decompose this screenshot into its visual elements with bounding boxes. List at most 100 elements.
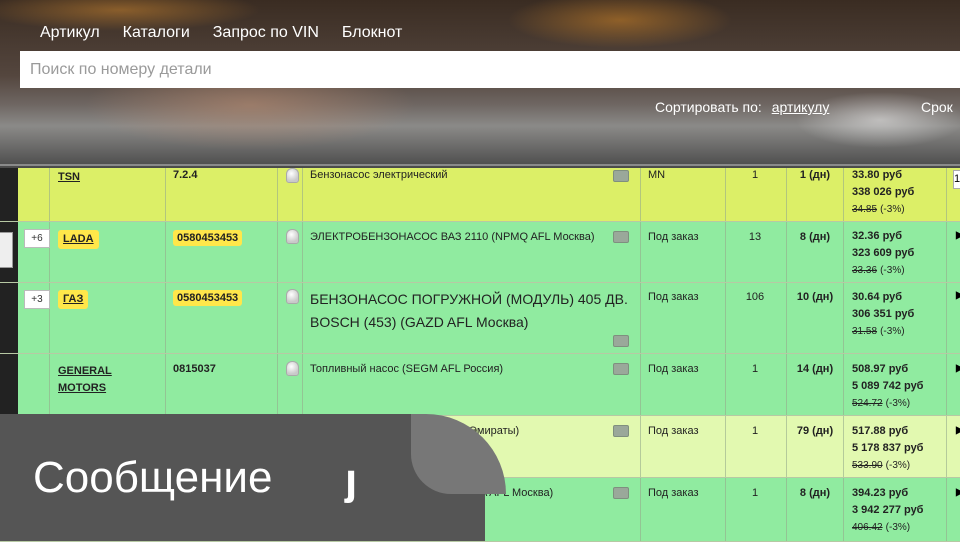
price-block: 517.88 руб 5 178 837 руб 533.90 (-3%)	[852, 423, 923, 474]
row-left-strip	[0, 283, 18, 353]
unit-price: 508.97 руб	[852, 363, 909, 375]
bulb-icon[interactable]	[286, 289, 299, 304]
table-row[interactable]: +3 ГАЗ 0580453453 БЕНЗОНАСОС ПОГРУЖНОЙ (…	[0, 283, 960, 354]
bulb-icon[interactable]	[286, 168, 299, 183]
unit-price: 394.23 руб	[852, 487, 909, 499]
price-block: 32.36 руб 323 609 руб 33.36 (-3%)	[852, 228, 914, 279]
brand-link[interactable]: ГАЗ	[58, 290, 89, 309]
total-price: 338 026 руб	[852, 186, 915, 198]
brand-link[interactable]: TSN	[58, 169, 80, 186]
delivery-days: 79 (дн)	[796, 425, 834, 437]
delivery-days: 8 (дн)	[799, 231, 831, 243]
camera-icon[interactable]	[613, 363, 629, 375]
discount: (-3%)	[885, 460, 911, 471]
unit-price: 32.36 руб	[852, 230, 903, 242]
quantity: 1	[751, 363, 759, 375]
total-price: 3 942 277 руб	[852, 504, 924, 516]
delivery-days: 8 (дн)	[799, 487, 831, 499]
nav-vin-request[interactable]: Запрос по VIN	[213, 24, 319, 42]
article-number[interactable]: 0580453453	[173, 290, 243, 306]
total-price: 5 178 837 руб	[852, 442, 924, 454]
availability: Под заказ	[648, 363, 699, 375]
unit-price: 33.80 руб	[852, 169, 903, 181]
part-description: ЭЛЕКТРОБЕНЗОНАСОС ВАЗ 2110 (NPMQ AFL Мос…	[310, 231, 595, 243]
brand-link[interactable]: GENERAL MOTORS	[58, 363, 118, 397]
old-price: 33.36	[852, 265, 878, 276]
table-row[interactable]: +6 LADA 0580453453 ЭЛЕКТРОБЕНЗОНАСОС ВАЗ…	[0, 222, 960, 283]
sort-by-term-link[interactable]: Срок	[921, 99, 953, 115]
side-handle[interactable]	[0, 232, 13, 268]
discount: (-3%)	[880, 204, 905, 215]
table-row[interactable]: TSN 7.2.4 Бензонасос электрический MN 1 …	[0, 168, 960, 222]
article-number[interactable]: 7.2.4	[173, 169, 197, 181]
availability: Под заказ	[648, 291, 699, 303]
camera-icon[interactable]	[613, 425, 629, 437]
part-description: Топливный насос (SEGM AFL Россия)	[310, 363, 504, 375]
quantity: 1	[751, 487, 759, 499]
row-arrow-icon[interactable]: ▶	[956, 487, 960, 498]
price-block: 394.23 руб 3 942 277 руб 406.42 (-3%)	[852, 485, 923, 536]
row-left-strip	[0, 354, 18, 415]
price-block: 508.97 руб 5 089 742 руб 524.72 (-3%)	[852, 361, 923, 412]
nav-notepad[interactable]: Блокнот	[342, 24, 402, 42]
table-row[interactable]: GENERAL MOTORS 0815037 Топливный насос (…	[0, 354, 960, 416]
quantity: 13	[748, 231, 762, 243]
nav-catalogs[interactable]: Каталоги	[123, 24, 190, 42]
total-price: 5 089 742 руб	[852, 380, 924, 392]
unit-price: 30.64 руб	[852, 291, 903, 303]
more-brands-button[interactable]: +3	[24, 290, 50, 309]
old-price: 524.72	[852, 398, 883, 409]
row-arrow-icon[interactable]: ▶	[956, 425, 960, 436]
discount: (-3%)	[880, 326, 905, 337]
discount: (-3%)	[885, 522, 911, 533]
delivery-days: 1 (дн)	[799, 169, 831, 181]
row-arrow-icon[interactable]: ▶	[956, 230, 960, 241]
nav-article[interactable]: Артикул	[40, 24, 100, 42]
camera-icon[interactable]	[613, 487, 629, 499]
sort-bar: Сортировать по: артикулу Срок	[655, 99, 953, 115]
camera-icon[interactable]	[613, 231, 629, 243]
old-price: 34.85	[852, 204, 878, 215]
price-block: 33.80 руб 338 026 руб 34.85 (-3%)	[852, 167, 914, 218]
old-price: 533.90	[852, 460, 883, 471]
header-divider	[0, 164, 960, 166]
delivery-days: 10 (дн)	[796, 291, 834, 303]
top-nav: Артикул Каталоги Запрос по VIN Блокнот	[40, 24, 425, 42]
availability: MN	[648, 169, 666, 181]
article-number[interactable]: 0815037	[173, 363, 216, 375]
bulb-icon[interactable]	[286, 361, 299, 376]
brand-link[interactable]: LADA	[58, 230, 99, 249]
order-qty-field[interactable]: 1	[953, 170, 960, 189]
delivery-days: 14 (дн)	[796, 363, 834, 375]
part-description: Бензонасос электрический	[310, 169, 448, 181]
quantity: 1	[751, 169, 759, 181]
price-block: 30.64 руб 306 351 руб 31.58 (-3%)	[852, 289, 914, 340]
message-label[interactable]: Сообщение	[33, 453, 272, 503]
unit-price: 517.88 руб	[852, 425, 909, 437]
article-number[interactable]: 0580453453	[173, 230, 243, 246]
quantity: 106	[745, 291, 765, 303]
camera-icon[interactable]	[613, 170, 629, 182]
availability: Под заказ	[648, 487, 699, 499]
sort-by-article-link[interactable]: артикулу	[772, 99, 830, 115]
cursor-icon: ȷ	[345, 455, 358, 504]
sort-label: Сортировать по:	[655, 99, 762, 115]
row-left-strip	[0, 168, 18, 221]
bulb-icon[interactable]	[286, 229, 299, 244]
row-arrow-icon[interactable]: ▶	[956, 363, 960, 374]
more-brands-button[interactable]: +6	[24, 229, 50, 248]
availability: Под заказ	[648, 231, 699, 243]
quantity: 1	[751, 425, 759, 437]
total-price: 323 609 руб	[852, 247, 915, 259]
availability: Под заказ	[648, 425, 699, 437]
total-price: 306 351 руб	[852, 308, 915, 320]
search-input[interactable]	[20, 51, 960, 88]
old-price: 406.42	[852, 522, 883, 533]
camera-icon[interactable]	[613, 335, 629, 347]
old-price: 31.58	[852, 326, 878, 337]
row-arrow-icon[interactable]: ▶	[956, 290, 960, 301]
header-banner: Артикул Каталоги Запрос по VIN Блокнот С…	[0, 0, 960, 168]
part-description: БЕНЗОНАСОС ПОГРУЖНОЙ (МОДУЛЬ) 405 ДВ. BO…	[310, 291, 628, 330]
discount: (-3%)	[885, 398, 911, 409]
discount: (-3%)	[880, 265, 905, 276]
